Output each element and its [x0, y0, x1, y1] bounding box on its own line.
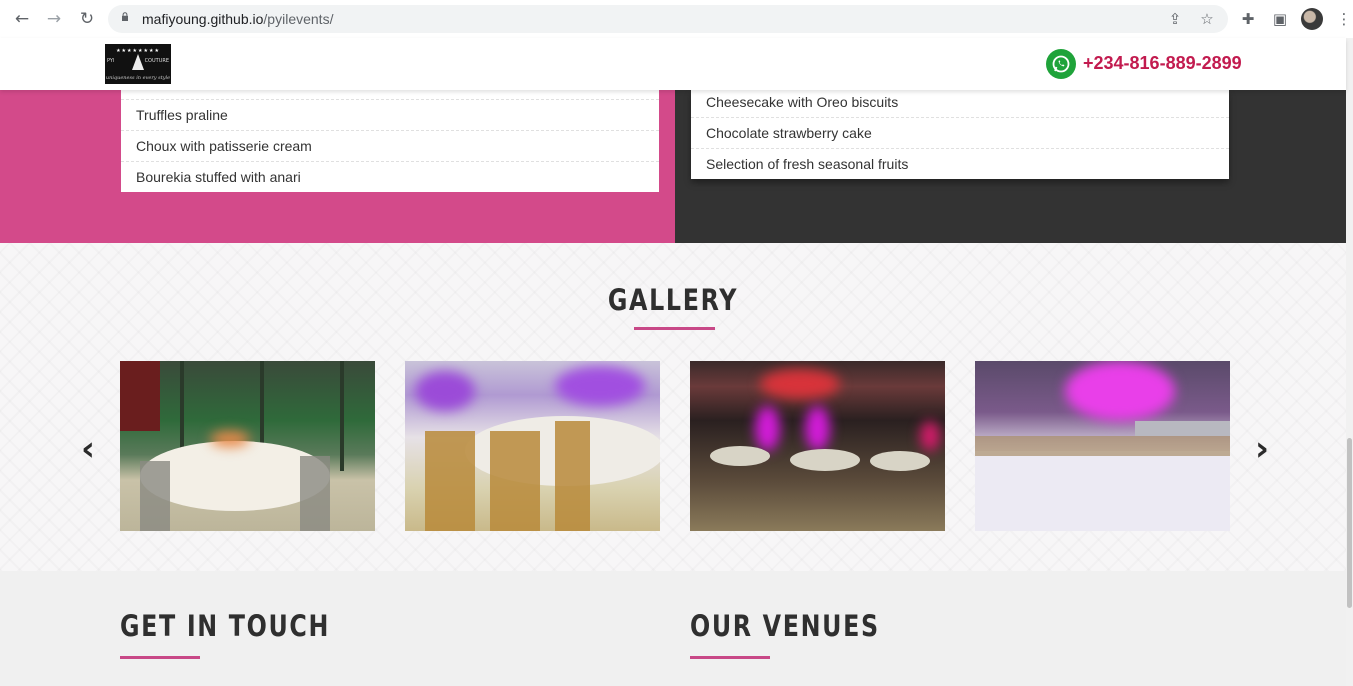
carousel-prev-icon[interactable]: ‹ [78, 432, 98, 466]
scrollbar-thumb[interactable] [1347, 438, 1352, 608]
address-bar[interactable]: mafiyoung.github.io/pyilevents/ ⇪ ☆ [108, 5, 1228, 33]
extensions-icon[interactable]: ✚ [1238, 9, 1258, 29]
reload-icon[interactable]: ↻ [77, 9, 97, 29]
carousel-next-icon[interactable]: › [1252, 432, 1272, 466]
browser-toolbar: ← → ↻ mafiyoung.github.io/pyilevents/ ⇪ … [0, 0, 1353, 39]
logo-left-text: PYI [107, 58, 115, 64]
our-venues-heading: OUR VENUES [690, 609, 880, 643]
gallery-section: GALLERY ‹ › [0, 243, 1346, 571]
logo[interactable]: ★★★★★★★★ PYI COUTURE uniqueness in every… [105, 44, 171, 84]
gallery-photo-golden-chairs[interactable] [405, 361, 660, 531]
forward-icon[interactable]: → [44, 9, 64, 29]
gallery-title: GALLERY [607, 283, 739, 317]
our-venues-underline [690, 656, 770, 659]
list-item: Selection of fresh seasonal fruits [706, 156, 909, 172]
gallery-title-underline [634, 327, 715, 330]
gallery-photo-buffet[interactable] [975, 361, 1230, 531]
logo-right-text: COUTURE [144, 58, 169, 64]
profile-avatar[interactable] [1301, 8, 1323, 30]
menu-dots-icon[interactable]: ⋮ [1334, 9, 1353, 29]
footer-section: GET IN TOUCH OUR VENUES [0, 571, 1346, 686]
list-item: Choux with patisserie cream [136, 138, 312, 154]
list-item: Bourekia stuffed with anari [136, 169, 301, 185]
gallery-photo-dining-tables[interactable] [120, 361, 375, 531]
list-item: Chocolate strawberry cake [706, 125, 872, 141]
whatsapp-icon[interactable] [1046, 49, 1076, 79]
url-text: mafiyoung.github.io/pyilevents/ [142, 11, 334, 27]
site-header: ★★★★★★★★ PYI COUTURE uniqueness in every… [0, 38, 1346, 90]
share-icon[interactable]: ⇪ [1166, 10, 1184, 28]
sidepanel-icon[interactable]: ▣ [1270, 9, 1290, 29]
get-in-touch-heading: GET IN TOUCH [120, 609, 331, 643]
dress-icon [132, 54, 144, 70]
page-scrollbar[interactable] [1346, 38, 1353, 686]
dessert-list-right: Cheesecake with Oreo biscuits Chocolate … [691, 90, 1229, 179]
get-in-touch-underline [120, 656, 200, 659]
lock-icon [122, 12, 128, 21]
dessert-list-left: Truffles praline Choux with patisserie c… [121, 90, 659, 192]
star-icon[interactable]: ☆ [1198, 10, 1216, 28]
list-item: Truffles praline [136, 107, 228, 123]
phone-link[interactable]: +234-816-889-2899 [1083, 53, 1242, 74]
gallery-photo-banquet-hall[interactable] [690, 361, 945, 531]
back-icon[interactable]: ← [12, 9, 32, 29]
list-item: Cheesecake with Oreo biscuits [706, 94, 899, 110]
logo-tagline: uniqueness in every style [105, 75, 171, 81]
